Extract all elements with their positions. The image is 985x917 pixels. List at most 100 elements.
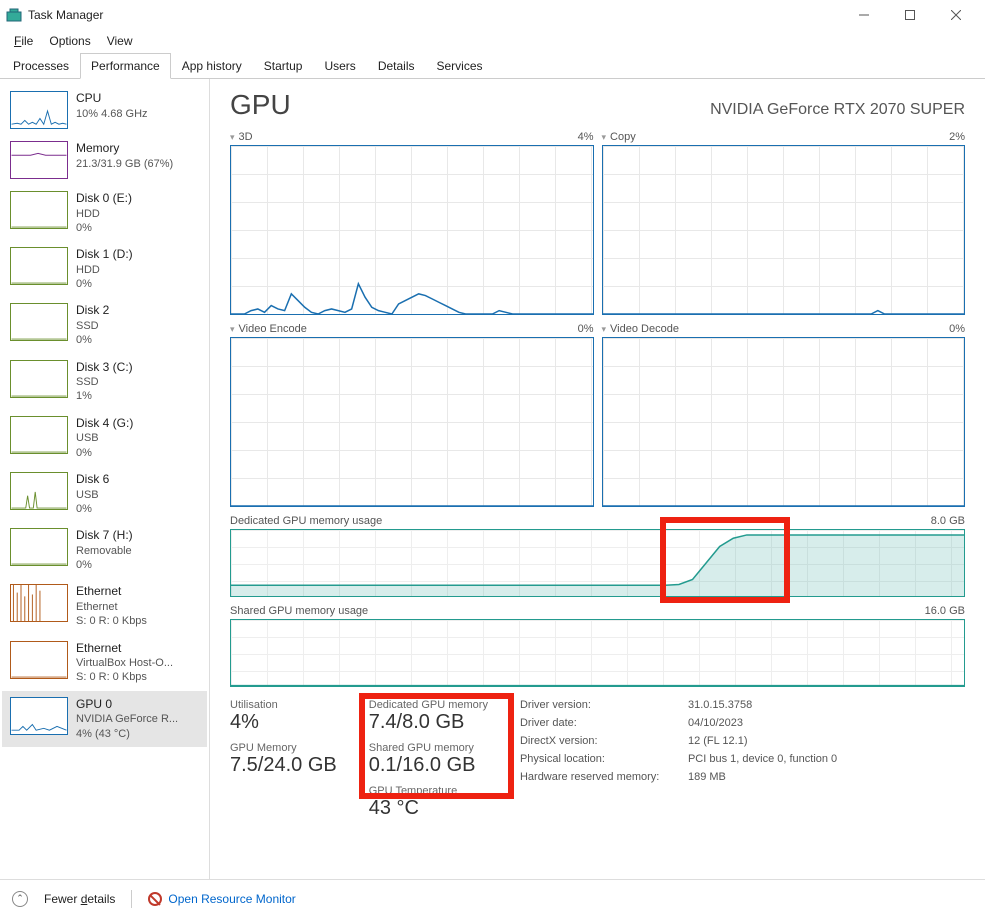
sidebar-item-sub: USB [76,431,133,445]
menu-view[interactable]: View [101,32,139,50]
stat-utilisation-label: Utilisation [230,699,337,711]
menubar: File Options View [0,30,985,52]
chart-shared: Shared GPU memory usage16.0 GB [230,605,965,687]
content: CPU 10% 4.68 GHz Memory 21.3/31.9 GB (67… [0,79,985,879]
sidebar-item[interactable]: Disk 6 USB0% [2,466,207,522]
sidebar-item-sub: 1% [76,389,133,403]
menu-options[interactable]: Options [43,32,96,50]
sidebar-item[interactable]: Ethernet EthernetS: 0 R: 0 Kbps [2,578,207,634]
chevron-down-icon: ▾ [602,324,607,335]
chart-decode-right: 0% [949,323,965,335]
meta-dx-label: DirectX version: [520,735,670,747]
sidebar-thumb [10,584,68,622]
sidebar-item-sub: USB [76,488,109,502]
footer: ⌃ Fewer details Open Resource Monitor [0,879,985,917]
sidebar-item-sub: 0% [76,221,132,235]
sidebar-item-label: GPU 0 [76,697,178,713]
minimize-button[interactable] [841,0,887,30]
sidebar-item[interactable]: Disk 3 (C:) SSD1% [2,354,207,410]
sidebar-thumb [10,141,68,179]
sidebar-item[interactable]: Disk 0 (E:) HDD0% [2,185,207,241]
open-resource-monitor-link[interactable]: Open Resource Monitor [148,892,295,906]
chart-encode[interactable]: ▾Video Encode0% [230,323,594,507]
sidebar-thumb [10,360,68,398]
fewer-details-button[interactable]: Fewer details [44,892,115,906]
sidebar-item-sub: 0% [76,558,133,572]
chart-shared-right: 16.0 GB [925,605,965,617]
sidebar-thumb [10,528,68,566]
sidebar-item[interactable]: Disk 4 (G:) USB0% [2,410,207,466]
chart-3d[interactable]: ▾3D4% [230,131,594,315]
tab-apphistory[interactable]: App history [171,53,253,79]
sidebar-item[interactable]: CPU 10% 4.68 GHz [2,85,207,135]
sidebar-item-label: Ethernet [76,584,147,600]
meta-driver-date: 04/10/2023 [688,717,837,729]
window-title: Task Manager [28,8,841,22]
meta-driver-version: 31.0.15.3758 [688,699,837,711]
chart-copy-right: 2% [949,131,965,143]
sidebar-item-sub: SSD [76,375,133,389]
sidebar: CPU 10% 4.68 GHz Memory 21.3/31.9 GB (67… [0,79,210,879]
sidebar-item-label: Ethernet [76,641,173,657]
maximize-button[interactable] [887,0,933,30]
chart-decode-label: Video Decode [610,323,679,335]
tab-details[interactable]: Details [367,53,426,79]
meta-hw: 189 MB [688,771,837,783]
sidebar-item-sub: 0% [76,502,109,516]
sidebar-item-sub: Removable [76,544,133,558]
meta-dx: 12 (FL 12.1) [688,735,837,747]
sidebar-thumb [10,191,68,229]
window-controls [841,0,979,30]
sidebar-item-sub: 0% [76,277,133,291]
chart-dedicated-right: 8.0 GB [931,515,965,527]
chart-decode[interactable]: ▾Video Decode 0% [602,323,966,507]
sidebar-thumb [10,472,68,510]
sidebar-item-sub: 4% (43 °C) [76,727,178,741]
sidebar-item-sub: 0% [76,333,109,347]
sidebar-item-label: Disk 0 (E:) [76,191,132,207]
sidebar-item[interactable]: Ethernet VirtualBox Host-O...S: 0 R: 0 K… [2,635,207,691]
meta-grid: Driver version:31.0.15.3758 Driver date:… [520,699,837,820]
chevron-up-icon: ⌃ [12,891,28,907]
sidebar-item-label: Disk 2 [76,303,109,319]
sidebar-item[interactable]: Memory 21.3/31.9 GB (67%) [2,135,207,185]
tab-services[interactable]: Services [426,53,494,79]
tab-startup[interactable]: Startup [253,53,314,79]
meta-hw-label: Hardware reserved memory: [520,771,670,783]
sidebar-thumb [10,303,68,341]
meta-loc: PCI bus 1, device 0, function 0 [688,753,837,765]
sidebar-item-sub: 21.3/31.9 GB (67%) [76,157,173,171]
stat-shared-label: Shared GPU memory [369,742,488,754]
chart-copy-label: Copy [610,131,636,143]
sidebar-item-sub: HDD [76,207,132,221]
close-button[interactable] [933,0,979,30]
sidebar-thumb [10,641,68,679]
sidebar-item-sub: 10% 4.68 GHz [76,107,148,121]
sidebar-item[interactable]: Disk 2 SSD0% [2,297,207,353]
sidebar-item-label: Disk 4 (G:) [76,416,133,432]
stat-utilisation-value: 4% [230,711,337,734]
sidebar-item-label: Disk 7 (H:) [76,528,133,544]
sidebar-item-label: Disk 6 [76,472,109,488]
chart-3d-label: 3D [239,131,253,143]
sidebar-item[interactable]: Disk 7 (H:) Removable0% [2,522,207,578]
sidebar-item[interactable]: GPU 0 NVIDIA GeForce R...4% (43 °C) [2,691,207,747]
chart-dedicated: Dedicated GPU memory usage8.0 GB [230,515,965,597]
sidebar-item-label: Disk 1 (D:) [76,247,133,263]
sidebar-item-sub: HDD [76,263,133,277]
sidebar-item-sub: VirtualBox Host-O... [76,656,173,670]
tab-users[interactable]: Users [313,53,366,79]
sidebar-item-label: Memory [76,141,173,157]
app-icon [6,7,22,23]
page-title: GPU [230,89,291,121]
tab-performance[interactable]: Performance [80,53,171,79]
menu-file[interactable]: File [8,32,39,50]
stats-grid: Utilisation4% GPU Memory7.5/24.0 GB Dedi… [230,699,965,820]
chart-copy[interactable]: ▾Copy2% [602,131,966,315]
sidebar-item[interactable]: Disk 1 (D:) HDD0% [2,241,207,297]
sidebar-thumb [10,416,68,454]
sidebar-thumb [10,91,68,129]
sidebar-thumb [10,247,68,285]
main-panel: GPU NVIDIA GeForce RTX 2070 SUPER ▾3D4% … [210,79,985,879]
tab-processes[interactable]: Processes [2,53,80,79]
